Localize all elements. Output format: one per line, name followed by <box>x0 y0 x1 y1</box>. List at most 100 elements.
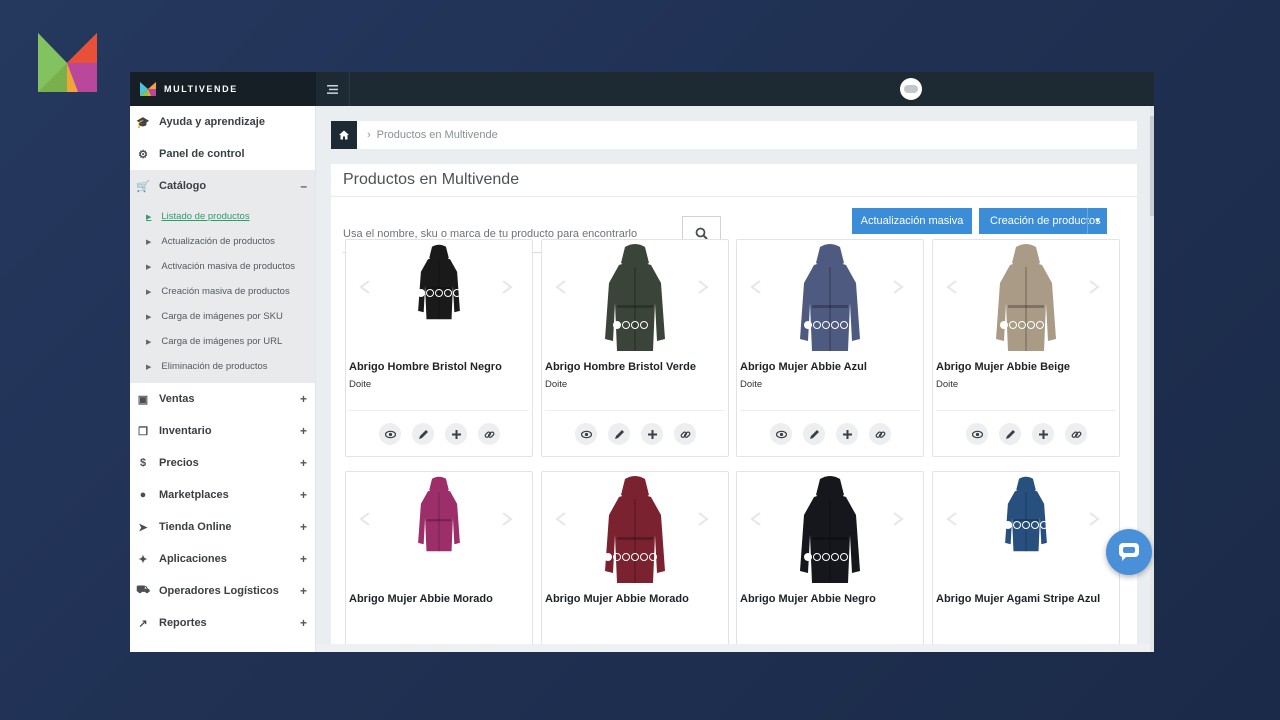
sidebar-item-panel[interactable]: ⚙ Panel de control <box>130 138 315 170</box>
carousel-dot[interactable] <box>830 553 839 561</box>
carousel-dot[interactable] <box>649 553 657 561</box>
edit-button[interactable] <box>999 423 1021 445</box>
dropdown-caret-icon[interactable]: ▼ <box>1087 208 1107 234</box>
carousel-dot[interactable] <box>821 321 830 329</box>
carousel-dot[interactable] <box>1017 321 1026 329</box>
carousel-dot[interactable] <box>830 321 839 329</box>
chevron-right-icon[interactable] <box>1087 512 1101 526</box>
product-name[interactable]: Abrigo Mujer Abbie Beige <box>936 361 1070 373</box>
carousel-dot[interactable] <box>613 553 621 561</box>
product-image-carousel[interactable] <box>346 472 532 590</box>
carousel-dot[interactable] <box>622 553 630 561</box>
submenu-carga-imagenes-url[interactable]: ▶ Carga de imágenes por URL <box>130 329 315 354</box>
edit-button[interactable] <box>412 423 434 445</box>
carousel-dot[interactable] <box>1026 321 1035 329</box>
product-image-carousel[interactable] <box>933 240 1119 358</box>
submenu-eliminacion-productos[interactable]: ▶ Eliminación de productos <box>130 354 315 379</box>
user-avatar[interactable] <box>900 78 922 100</box>
carousel-dot[interactable] <box>631 553 639 561</box>
edit-button[interactable] <box>803 423 825 445</box>
expand-toggle[interactable]: + <box>300 584 307 598</box>
carousel-dot[interactable] <box>622 321 630 329</box>
carousel-dot[interactable] <box>1039 521 1048 529</box>
vertical-scrollbar[interactable] <box>1150 106 1154 652</box>
sidebar-item-aplicaciones[interactable]: ✦ Aplicaciones + <box>130 543 315 575</box>
add-button[interactable] <box>641 423 663 445</box>
sidebar-item-precios[interactable]: $ Precios + <box>130 447 315 479</box>
product-name[interactable]: Abrigo Hombre Bristol Verde <box>545 361 696 373</box>
carousel-dot[interactable] <box>999 321 1008 329</box>
sidebar-item-reportes[interactable]: ↗ Reportes + <box>130 607 315 639</box>
link-button[interactable] <box>478 423 500 445</box>
expand-toggle[interactable]: + <box>300 488 307 502</box>
submenu-carga-imagenes-sku[interactable]: ▶ Carga de imágenes por SKU <box>130 304 315 329</box>
product-card[interactable]: Abrigo Mujer Abbie Negro <box>736 471 924 652</box>
carousel-dot[interactable] <box>613 321 621 329</box>
app-logo[interactable]: MULTIVENDE <box>130 72 316 106</box>
add-button[interactable] <box>1032 423 1054 445</box>
chevron-left-icon[interactable] <box>749 512 763 526</box>
expand-toggle[interactable]: + <box>300 520 307 534</box>
carousel-dot[interactable] <box>821 553 830 561</box>
carousel-dot[interactable] <box>434 289 443 297</box>
create-products-button[interactable]: Creación de productos ▼ <box>979 208 1107 234</box>
carousel-dot[interactable] <box>640 553 648 561</box>
carousel-dot[interactable] <box>416 289 425 297</box>
product-image-carousel[interactable] <box>737 472 923 590</box>
product-image-carousel[interactable] <box>542 240 728 358</box>
edit-button[interactable] <box>608 423 630 445</box>
chevron-right-icon[interactable] <box>696 280 710 294</box>
sidebar-item-inventario[interactable]: ❒ Inventario + <box>130 415 315 447</box>
expand-toggle[interactable]: + <box>300 424 307 438</box>
product-card[interactable]: Abrigo Mujer Abbie Morado <box>541 471 729 652</box>
product-card[interactable]: Abrigo Hombre Bristol Verde Doite <box>541 239 729 457</box>
expand-toggle[interactable]: + <box>300 456 307 470</box>
chevron-left-icon[interactable] <box>554 512 568 526</box>
carousel-dot[interactable] <box>452 289 461 297</box>
chevron-right-icon[interactable] <box>500 280 514 294</box>
product-image-carousel[interactable] <box>542 472 728 590</box>
chevron-right-icon[interactable] <box>696 512 710 526</box>
mass-update-button[interactable]: Actualización masiva <box>852 208 972 234</box>
carousel-dot[interactable] <box>1030 521 1039 529</box>
product-card[interactable]: Abrigo Hombre Bristol Negro Doite <box>345 239 533 457</box>
chevron-right-icon[interactable] <box>1087 280 1101 294</box>
sidebar-item-operadores-logisticos[interactable]: ⛟ Operadores Logísticos + <box>130 575 315 607</box>
product-card[interactable]: Abrigo Mujer Abbie Beige Doite <box>932 239 1120 457</box>
horizontal-scrollbar[interactable] <box>316 644 1150 652</box>
chevron-left-icon[interactable] <box>749 280 763 294</box>
chat-support-button[interactable] <box>1106 529 1152 575</box>
scrollbar-thumb[interactable] <box>1150 116 1154 216</box>
menu-toggle-button[interactable] <box>316 72 350 106</box>
chevron-left-icon[interactable] <box>358 512 372 526</box>
view-button[interactable] <box>770 423 792 445</box>
home-button[interactable] <box>331 121 357 149</box>
carousel-dot[interactable] <box>803 321 812 329</box>
sidebar-item-ayuda[interactable]: 🎓 Ayuda y aprendizaje <box>130 106 315 138</box>
carousel-dot[interactable] <box>839 553 848 561</box>
chevron-right-icon[interactable] <box>500 512 514 526</box>
product-image-carousel[interactable] <box>933 472 1119 590</box>
product-name[interactable]: Abrigo Mujer Agami Stripe Azul <box>936 593 1100 605</box>
expand-toggle[interactable]: + <box>300 616 307 630</box>
product-name[interactable]: Abrigo Mujer Abbie Morado <box>545 593 689 605</box>
carousel-dot[interactable] <box>1035 321 1044 329</box>
carousel-dot[interactable] <box>1008 321 1017 329</box>
collapse-toggle[interactable]: – <box>300 179 307 193</box>
product-card[interactable]: Abrigo Mujer Agami Stripe Azul <box>932 471 1120 652</box>
carousel-dot[interactable] <box>640 321 648 329</box>
product-card[interactable]: Abrigo Mujer Abbie Azul Doite <box>736 239 924 457</box>
view-button[interactable] <box>966 423 988 445</box>
add-button[interactable] <box>836 423 858 445</box>
carousel-dot[interactable] <box>1003 521 1012 529</box>
product-image-carousel[interactable] <box>346 240 532 358</box>
chevron-left-icon[interactable] <box>358 280 372 294</box>
carousel-dot[interactable] <box>839 321 848 329</box>
submenu-actualizacion-productos[interactable]: ▶ Actualización de productos <box>130 229 315 254</box>
product-image-carousel[interactable] <box>737 240 923 358</box>
carousel-dot[interactable] <box>631 321 639 329</box>
sidebar-item-tienda-online[interactable]: ➤ Tienda Online + <box>130 511 315 543</box>
view-button[interactable] <box>379 423 401 445</box>
carousel-dot[interactable] <box>1021 521 1030 529</box>
carousel-dot[interactable] <box>443 289 452 297</box>
